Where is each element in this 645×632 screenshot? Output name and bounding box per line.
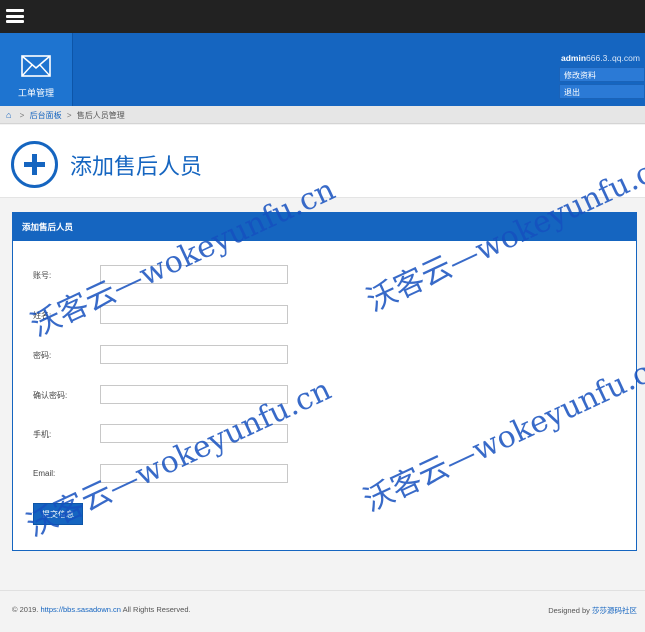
copyright-prefix: © 2019. [12,605,39,614]
edit-profile-link[interactable]: 修改资料 [559,67,645,82]
copyright-suffix: All Rights Reserved. [122,605,191,614]
breadcrumb-dashboard[interactable]: 后台面板 [30,111,62,120]
email-input[interactable] [100,464,288,483]
form-row-email: Email: [13,464,636,484]
form-row-phone: 手机: [13,424,636,444]
account-label: 账号: [33,271,52,280]
phone-label: 手机: [33,430,52,439]
copyright-link[interactable]: https://bbs.sasadown.cn [40,605,120,614]
add-circle-icon [11,141,58,188]
breadcrumb-separator: > [66,111,72,120]
name-input[interactable] [100,305,288,324]
add-staff-form-panel: 添加售后人员 账号: 姓名: 密码: 确认密码: 手机: Email: 提交信息 [12,212,637,551]
designed-link[interactable]: 莎莎源码社区 [592,606,637,615]
designed-by: Designed by 莎莎源码社区 [548,605,637,616]
form-row-name: 姓名: [13,305,636,325]
logout-link[interactable]: 退出 [559,84,645,99]
form-row-password: 密码: [13,345,636,365]
home-icon[interactable]: ⌂ [6,110,11,120]
password-input[interactable] [100,345,288,364]
password-label: 密码: [33,351,52,360]
breadcrumb-current: 售后人员管理 [76,111,125,120]
name-label: 姓名: [33,311,52,320]
copyright: © 2019. https://bbs.sasadown.cn All Righ… [12,605,191,614]
top-bar [0,0,645,33]
tile-label: 工单管理 [17,88,54,98]
user-identity: admin666.3..qq.com [559,51,645,65]
form-row-account: 账号: [13,265,636,285]
breadcrumb-separator: > [19,111,25,120]
user-panel: admin666.3..qq.com 修改资料 退出 [559,51,645,99]
user-email: 666.3..qq.com [586,53,640,63]
panel-title: 添加售后人员 [13,213,636,241]
footer: © 2019. https://bbs.sasadown.cn All Righ… [0,590,645,632]
page-title-area: 添加售后人员 [0,125,645,198]
username: admin [561,53,587,63]
email-label: Email: [33,469,56,478]
ticket-management-tile[interactable]: 工单管理 [0,33,73,106]
designed-prefix: Designed by [548,606,590,615]
form-row-confirm-password: 确认密码: [13,385,636,405]
phone-input[interactable] [100,424,288,443]
confirm-password-label: 确认密码: [33,391,68,400]
breadcrumb: ⌂ > 后台面板 > 售后人员管理 [0,106,645,124]
envelope-icon [21,55,51,77]
confirm-password-input[interactable] [100,385,288,404]
menu-icon[interactable] [6,9,24,23]
submit-button[interactable]: 提交信息 [33,503,83,525]
account-input[interactable] [100,265,288,284]
header: 工单管理 admin666.3..qq.com 修改资料 退出 [0,33,645,106]
page-title: 添加售后人员 [70,155,203,180]
